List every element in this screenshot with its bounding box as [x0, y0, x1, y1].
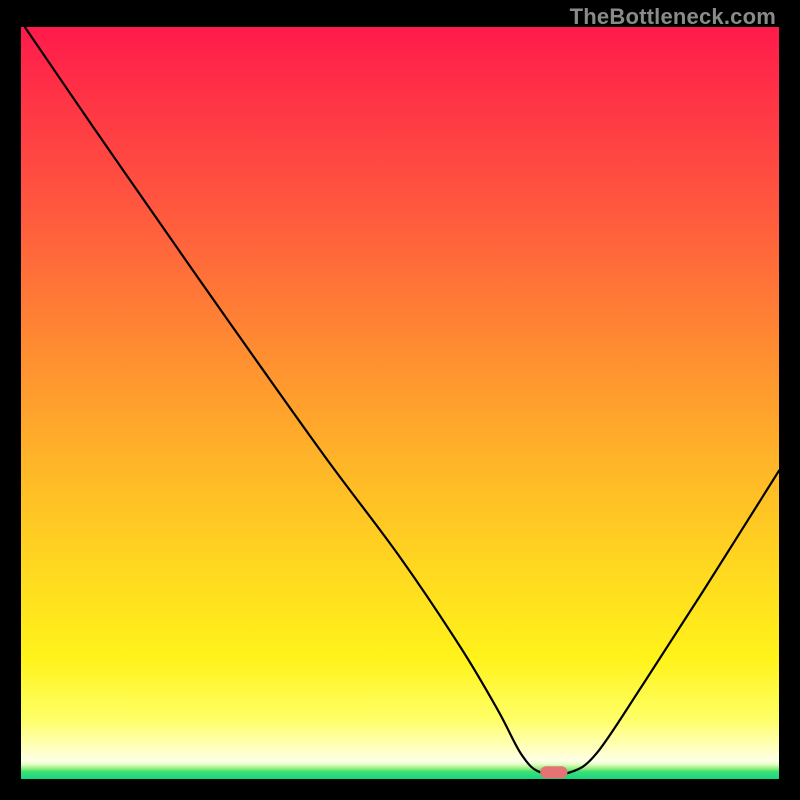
chart-overlay [21, 27, 779, 779]
chart-container: TheBottleneck.com [0, 0, 800, 800]
bottleneck-curve [25, 27, 779, 775]
optimal-marker [540, 766, 567, 778]
